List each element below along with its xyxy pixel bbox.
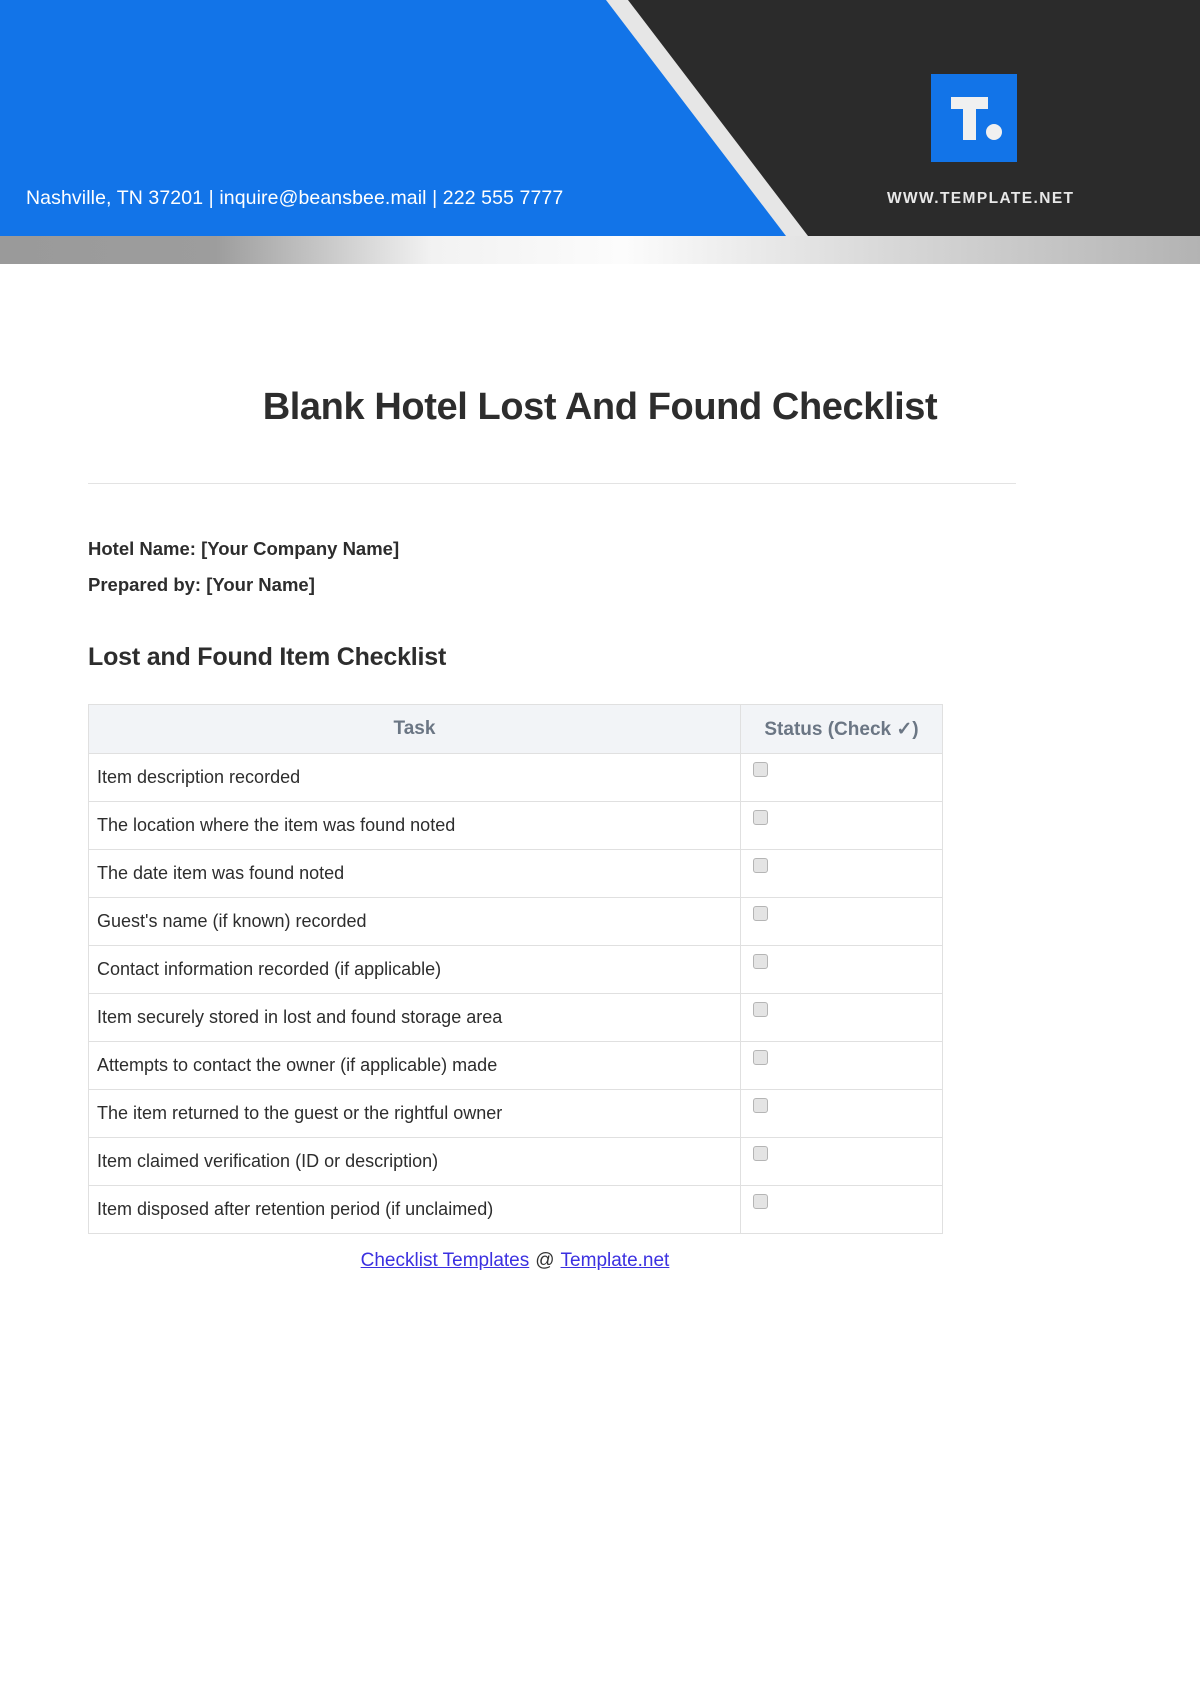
task-cell: The date item was found noted [88, 849, 741, 898]
status-cell [740, 1089, 943, 1138]
meta-prepared-by: Prepared by: [Your Name] [88, 574, 315, 595]
status-cell [740, 945, 943, 994]
table-header-row: Task Status (Check ✓) [88, 704, 943, 754]
header-contact-info: Nashville, TN 37201 | inquire@beansbee.m… [26, 187, 564, 209]
document-footer: Checklist Templates @ Template.net [88, 1250, 942, 1272]
task-cell: Attempts to contact the owner (if applic… [88, 1041, 741, 1090]
task-cell: The item returned to the guest or the ri… [88, 1089, 741, 1138]
status-cell [740, 801, 943, 850]
status-checkbox[interactable] [753, 858, 768, 873]
document-body: Blank Hotel Lost And Found Checklist Hot… [0, 386, 1200, 1272]
section-heading: Lost and Found Item Checklist [88, 643, 447, 671]
status-checkbox[interactable] [753, 762, 768, 777]
header-metallic-strip [0, 236, 1200, 264]
table-row: Item disposed after retention period (if… [88, 1185, 943, 1234]
status-checkbox[interactable] [753, 906, 768, 921]
checklist-templates-link[interactable]: Checklist Templates [361, 1250, 530, 1271]
document-meta: Hotel Name: [Your Company Name] Prepared… [88, 531, 1112, 603]
footer-separator: @ [535, 1250, 555, 1271]
table-head: Task Status (Check ✓) [88, 704, 943, 754]
template-net-link[interactable]: Template.net [561, 1250, 670, 1271]
status-checkbox[interactable] [753, 1146, 768, 1161]
task-cell: Item disposed after retention period (if… [88, 1185, 741, 1234]
column-header-task: Task [88, 704, 741, 754]
task-cell: Contact information recorded (if applica… [88, 945, 741, 994]
table-row: The item returned to the guest or the ri… [88, 1089, 943, 1138]
table-row: Contact information recorded (if applica… [88, 945, 943, 994]
checklist-table: Task Status (Check ✓) Item description r… [88, 704, 943, 1234]
table-row: The location where the item was found no… [88, 801, 943, 850]
column-header-status: Status (Check ✓) [740, 704, 943, 754]
table-row: Item securely stored in lost and found s… [88, 993, 943, 1042]
status-cell [740, 753, 943, 802]
header-website-url: WWW.TEMPLATE.NET [887, 190, 1075, 207]
table-row: Guest's name (if known) recorded [88, 897, 943, 946]
status-checkbox[interactable] [753, 954, 768, 969]
status-checkbox[interactable] [753, 810, 768, 825]
task-cell: Guest's name (if known) recorded [88, 897, 741, 946]
meta-hotel-name: Hotel Name: [Your Company Name] [88, 538, 400, 559]
page-title: Blank Hotel Lost And Found Checklist [262, 386, 938, 428]
task-cell: Item description recorded [88, 753, 741, 802]
table-body: Item description recorded The location wh… [88, 753, 943, 1234]
title-divider [88, 483, 1016, 484]
table-row: Attempts to contact the owner (if applic… [88, 1041, 943, 1090]
task-cell: The location where the item was found no… [88, 801, 741, 850]
task-cell: Item securely stored in lost and found s… [88, 993, 741, 1042]
table-row: Item claimed verification (ID or descrip… [88, 1137, 943, 1186]
template-net-logo-icon [931, 74, 1017, 162]
table-row: The date item was found noted [88, 849, 943, 898]
status-cell [740, 1185, 943, 1234]
status-cell [740, 1041, 943, 1090]
status-cell [740, 993, 943, 1042]
status-checkbox[interactable] [753, 1050, 768, 1065]
task-cell: Item claimed verification (ID or descrip… [88, 1137, 741, 1186]
status-cell [740, 897, 943, 946]
status-checkbox[interactable] [753, 1002, 768, 1017]
page-header: Nashville, TN 37201 | inquire@beansbee.m… [0, 0, 1200, 236]
status-checkbox[interactable] [753, 1194, 768, 1209]
table-row: Item description recorded [88, 753, 943, 802]
status-cell [740, 1137, 943, 1186]
status-cell [740, 849, 943, 898]
status-checkbox[interactable] [753, 1098, 768, 1113]
